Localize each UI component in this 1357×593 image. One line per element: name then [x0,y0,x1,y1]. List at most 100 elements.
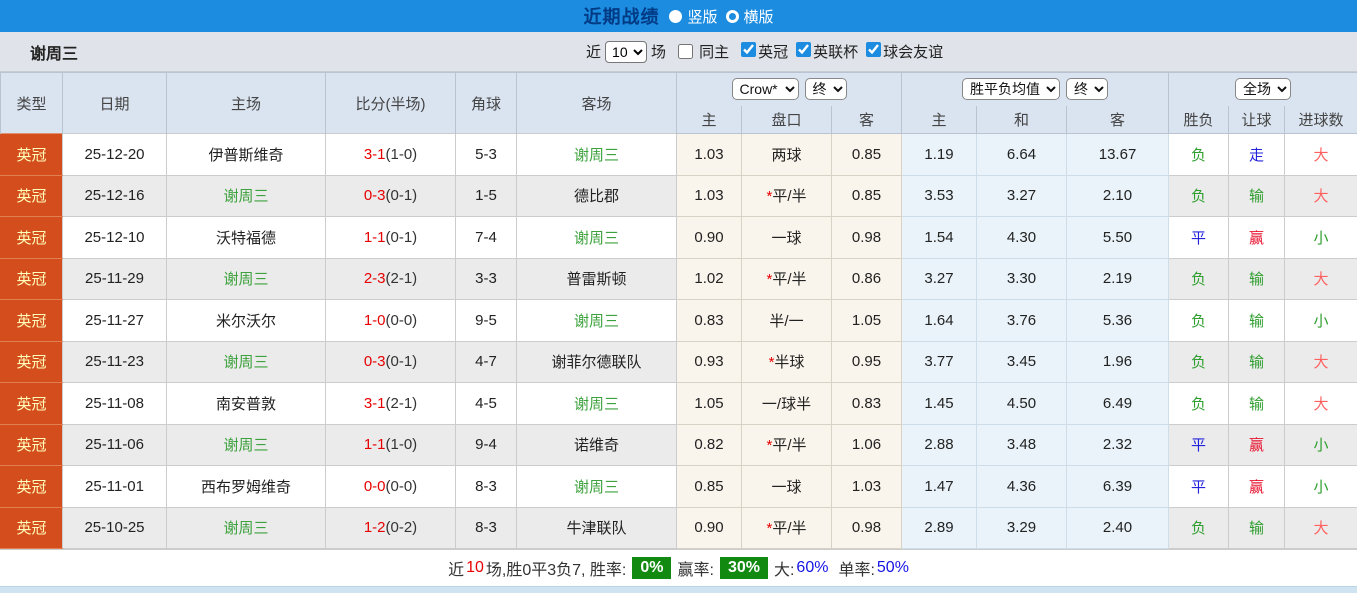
radio-selected-icon[interactable] [669,10,682,23]
league-filter-group: 英冠英联杯球会友谊 [733,41,943,62]
win-rate-badge: 0% [632,557,671,579]
handicap-cell: 一球 [742,217,832,259]
home-team-cell[interactable]: 谢周三 [167,175,326,217]
avg-draw-cell: 3.45 [977,341,1067,383]
home-team-cell[interactable]: 谢周三 [167,341,326,383]
fulltime-score: 0-3 [364,353,386,370]
away-team-cell[interactable]: 诺维奇 [517,424,677,466]
odds-away-cell: 0.83 [832,383,902,425]
games-label: 场 [651,41,666,62]
home-team-cell[interactable]: 谢周三 [167,258,326,300]
home-team-cell[interactable]: 南安普敦 [167,383,326,425]
score-cell: 3-1(1-0) [326,134,456,176]
away-team-cell[interactable]: 谢周三 [517,383,677,425]
odds-home-cell: 1.03 [677,134,742,176]
big-label: 大: [774,556,794,580]
avg-source-select[interactable]: 胜平负均值 [962,78,1060,100]
away-team-cell[interactable]: 谢周三 [517,300,677,342]
fulltime-score: 3-1 [364,146,386,163]
away-team-cell[interactable]: 谢周三 [517,466,677,508]
home-team-cell[interactable]: 沃特福德 [167,217,326,259]
away-team-cell[interactable]: 谢菲尔德联队 [517,341,677,383]
same-home-checkbox[interactable] [678,44,693,59]
avg-home-cell: 3.53 [902,175,977,217]
scope-select[interactable]: 全场 [1235,78,1291,100]
result-wdl-cell: 平 [1169,217,1229,259]
radio-vertical-label[interactable]: 竖版 [687,6,717,27]
corner-cell: 5-3 [456,134,517,176]
handicap-text: 平/半 [772,271,806,288]
home-team-cell[interactable]: 伊普斯维奇 [167,134,326,176]
home-team-cell[interactable]: 谢周三 [167,424,326,466]
summary-record: 场,胜0平3负7, 胜率: [486,556,626,580]
fulltime-score: 0-0 [364,478,386,495]
odds-away-cell: 1.03 [832,466,902,508]
odds-away-cell: 0.98 [832,217,902,259]
summary-prefix: 近 [448,556,464,580]
corner-cell: 9-5 [456,300,517,342]
sub-header-0: 主 [677,106,742,134]
date-cell: 25-11-01 [63,466,167,508]
odds-home-cell: 0.82 [677,424,742,466]
filter-bar: 谢周三 近 10 场 同主 英冠英联杯球会友谊 [0,32,1357,72]
match-row: 英冠 25-12-20 伊普斯维奇 3-1(1-0) 5-3 谢周三 1.03 … [1,134,1357,176]
avg-draw-cell: 3.30 [977,258,1067,300]
result-handicap-cell: 赢 [1229,217,1285,259]
match-count-select[interactable]: 10 [605,41,647,63]
result-handicap-cell: 输 [1229,175,1285,217]
big-pct: 60% [796,559,828,577]
odds-home-cell: 0.93 [677,341,742,383]
avg-away-cell: 5.50 [1067,217,1169,259]
away-team-cell[interactable]: 谢周三 [517,134,677,176]
away-team-cell[interactable]: 德比郡 [517,175,677,217]
avg-away-cell: 2.10 [1067,175,1169,217]
sub-header-1: 盘口 [742,106,832,134]
home-team-cell[interactable]: 西布罗姆维奇 [167,466,326,508]
date-cell: 25-11-23 [63,341,167,383]
sub-header-7: 让球 [1229,106,1285,134]
avg-draw-cell: 3.27 [977,175,1067,217]
header-type: 类型 [1,73,63,134]
league-checkbox-1[interactable] [796,42,811,57]
league-checkbox-label: 英冠 [758,44,788,61]
radio-vertical-layout[interactable]: 竖版 [669,6,717,27]
header-odds-group: Crow* 终 [677,73,902,106]
handicap-cell: *半球 [742,341,832,383]
avg-home-cell: 1.47 [902,466,977,508]
odds-home-cell: 1.05 [677,383,742,425]
handicap-text: 半/一 [769,313,803,330]
result-wdl-cell: 负 [1169,507,1229,549]
league-checkbox-0[interactable] [741,42,756,57]
odds-source-select[interactable]: Crow* [732,78,799,100]
home-team-cell[interactable]: 米尔沃尔 [167,300,326,342]
date-cell: 25-10-25 [63,507,167,549]
league-checkbox-2[interactable] [866,42,881,57]
header-score: 比分(半场) [326,73,456,134]
radio-unselected-icon[interactable] [726,10,739,23]
league-cell: 英冠 [1,507,63,549]
radio-horizontal-label[interactable]: 横版 [744,6,774,27]
league-cell: 英冠 [1,217,63,259]
match-row: 英冠 25-11-01 西布罗姆维奇 0-0(0-0) 8-3 谢周三 0.85… [1,466,1357,508]
odds-time-select[interactable]: 终 [805,78,847,100]
radio-horizontal-layout[interactable]: 横版 [726,6,774,27]
avg-away-cell: 1.96 [1067,341,1169,383]
halftime-score: (1-0) [386,146,418,163]
result-wdl-cell: 平 [1169,424,1229,466]
date-cell: 25-12-10 [63,217,167,259]
halftime-score: (0-2) [386,519,418,536]
avg-time-select[interactable]: 终 [1066,78,1108,100]
away-team-cell[interactable]: 普雷斯顿 [517,258,677,300]
away-team-cell[interactable]: 谢周三 [517,217,677,259]
header-corner: 角球 [456,73,517,134]
date-cell: 25-11-27 [63,300,167,342]
sub-header-2: 客 [832,106,902,134]
win-label: 赢率: [677,556,713,580]
away-team-cell[interactable]: 牛津联队 [517,507,677,549]
avg-draw-cell: 3.76 [977,300,1067,342]
result-handicap-cell: 输 [1229,258,1285,300]
league-cell: 英冠 [1,383,63,425]
home-team-cell[interactable]: 谢周三 [167,507,326,549]
score-cell: 2-3(2-1) [326,258,456,300]
score-cell: 1-1(0-1) [326,217,456,259]
